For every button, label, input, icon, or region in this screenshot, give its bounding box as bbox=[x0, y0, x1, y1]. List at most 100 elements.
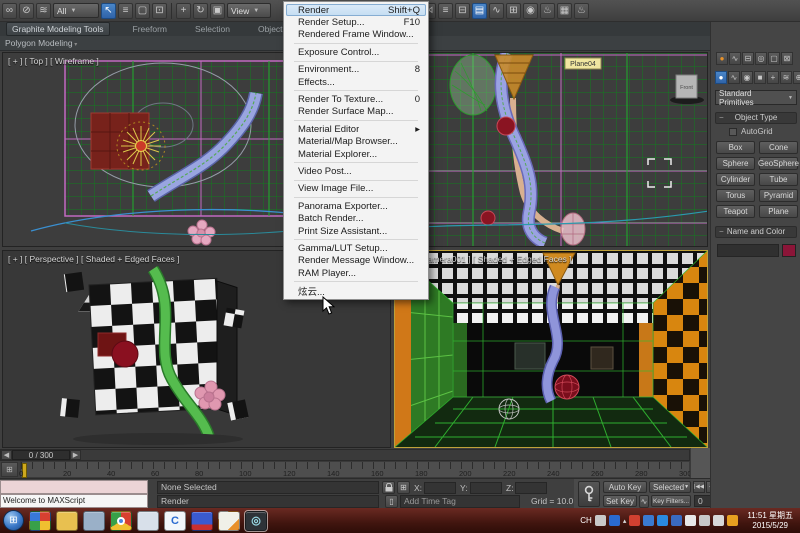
lights-category-icon[interactable]: ◉ bbox=[741, 71, 753, 84]
menu-item-environment[interactable]: Environment...8 bbox=[284, 64, 428, 76]
object-name-field[interactable] bbox=[717, 244, 779, 257]
add-time-tag-field[interactable]: Add Time Tag bbox=[400, 495, 520, 508]
menu-item-render-to-texture[interactable]: Render To Texture...0 bbox=[284, 93, 428, 105]
track-bar[interactable]: 0204060801001201401601802002202402602803… bbox=[20, 461, 690, 478]
taskbar-pinwheel-icon[interactable] bbox=[29, 511, 51, 531]
key-mode-dropdown[interactable]: Selected▼ bbox=[649, 481, 691, 493]
cameras-category-icon[interactable]: ■ bbox=[754, 71, 766, 84]
menu-item-render[interactable]: RenderShift+Q bbox=[286, 4, 426, 16]
track-bar-mode-icon[interactable]: ⊞ bbox=[1, 462, 18, 477]
primitive-button-cone[interactable]: Cone bbox=[759, 141, 798, 154]
selection-filter-dropdown[interactable]: All ▼ bbox=[53, 3, 99, 18]
z-coordinate-field[interactable] bbox=[515, 482, 547, 494]
menu-item-print-size-assistant[interactable]: Print Size Assistant... bbox=[284, 225, 428, 237]
selection-lock-icon[interactable] bbox=[382, 481, 395, 494]
menu-item-material-map-browser[interactable]: Material/Map Browser... bbox=[284, 136, 428, 148]
layer-manager-icon[interactable]: ⊟ bbox=[455, 3, 470, 19]
select-and-rotate-icon[interactable]: ↻ bbox=[193, 3, 208, 19]
render-production-icon[interactable]: ♨ bbox=[574, 3, 589, 19]
primitive-button-sphere[interactable]: Sphere bbox=[716, 157, 755, 170]
select-and-link-icon[interactable]: ∞ bbox=[2, 3, 17, 19]
menu-item-material-editor[interactable]: Material Editor▸ bbox=[284, 123, 428, 135]
create-tab-icon[interactable]: ● bbox=[716, 52, 728, 65]
macro-recorder-field[interactable] bbox=[0, 480, 148, 494]
time-slider-handle[interactable]: 0 / 300 bbox=[12, 450, 70, 460]
keyboard-tray-icon[interactable] bbox=[595, 515, 606, 526]
primitive-button-cylinder[interactable]: Cylinder bbox=[716, 173, 755, 186]
select-and-move-icon[interactable]: + bbox=[176, 3, 191, 19]
menu-item-panorama-exporter[interactable]: Panorama Exporter... bbox=[284, 200, 428, 212]
taskbar-computer-icon[interactable] bbox=[83, 511, 105, 531]
menu-item-video-post[interactable]: Video Post... bbox=[284, 165, 428, 177]
select-object-icon[interactable]: ↖ bbox=[101, 3, 116, 19]
absolute-offset-toggle-icon[interactable]: ⊞ bbox=[397, 481, 410, 494]
tab-freeform[interactable]: Freeform bbox=[128, 23, 172, 35]
align-icon[interactable]: ≡ bbox=[438, 3, 453, 19]
primitive-button-pyramid[interactable]: Pyramid bbox=[759, 189, 798, 202]
set-key-button[interactable]: Set Key bbox=[603, 495, 637, 507]
time-tag-icon[interactable]: ▯ bbox=[385, 495, 398, 508]
window-tray-icon[interactable] bbox=[699, 515, 710, 526]
schematic-view-icon[interactable]: ⊞ bbox=[506, 3, 521, 19]
tab-selection[interactable]: Selection bbox=[190, 23, 235, 35]
rendered-frame-window-icon[interactable]: ▦ bbox=[557, 3, 572, 19]
bird-tray-icon[interactable] bbox=[727, 515, 738, 526]
menu-item-batch-render[interactable]: Batch Render... bbox=[284, 212, 428, 224]
primitive-button-geosphere[interactable]: GeoSphere bbox=[759, 157, 798, 170]
tray-language-indicator[interactable]: CH bbox=[580, 516, 592, 525]
taskbar-chrome-icon[interactable] bbox=[110, 511, 132, 531]
go-to-start-icon[interactable]: |◀◀ bbox=[693, 481, 705, 493]
auto-key-button[interactable]: Auto Key bbox=[603, 481, 647, 493]
primitive-button-torus[interactable]: Torus bbox=[716, 189, 755, 202]
menu-item-render-surface-map[interactable]: Render Surface Map... bbox=[284, 106, 428, 118]
taskbar-clock[interactable]: 11:51 星期五 2015/5/29 bbox=[741, 511, 797, 531]
window-crossing-icon[interactable]: ⊡ bbox=[152, 3, 167, 19]
object-color-swatch[interactable] bbox=[782, 244, 796, 257]
menu-item-view-image-file[interactable]: View Image File... bbox=[284, 183, 428, 195]
previous-frame-arrow[interactable]: ◀ bbox=[1, 450, 12, 460]
taskbar-floppy-icon[interactable] bbox=[191, 511, 213, 531]
name-color-rollout[interactable]: − Name and Color bbox=[715, 226, 797, 238]
browser-tray-icon[interactable] bbox=[671, 515, 682, 526]
flag-tray-icon[interactable] bbox=[685, 515, 696, 526]
taskbar-window-app-icon[interactable] bbox=[137, 511, 159, 531]
shapes-category-icon[interactable]: ∿ bbox=[728, 71, 740, 84]
bind-to-space-warp-icon[interactable]: ≋ bbox=[36, 3, 51, 19]
next-frame-arrow[interactable]: ▶ bbox=[70, 450, 81, 460]
viewport-top-label[interactable]: [ + ] [ Top ] [ Wireframe ] bbox=[8, 56, 99, 66]
select-and-scale-icon[interactable]: ▣ bbox=[210, 3, 225, 19]
menu-item-render-setup[interactable]: Render Setup...F10 bbox=[284, 16, 428, 28]
menu-item-exposure-control[interactable]: Exposure Control... bbox=[284, 46, 428, 58]
select-by-name-icon[interactable]: ≡ bbox=[118, 3, 133, 19]
helpers-category-icon[interactable]: + bbox=[767, 71, 779, 84]
menu-item-rendered-frame-window[interactable]: Rendered Frame Window... bbox=[284, 29, 428, 41]
graphite-ribbon-toggle-icon[interactable]: ▤ bbox=[472, 3, 487, 19]
qq-tray-icon[interactable] bbox=[657, 515, 668, 526]
taskbar-explorer-icon[interactable] bbox=[56, 511, 78, 531]
hierarchy-tab-icon[interactable]: ⊟ bbox=[742, 52, 754, 65]
material-editor-icon[interactable]: ◉ bbox=[523, 3, 538, 19]
modify-tab-icon[interactable]: ∿ bbox=[729, 52, 741, 65]
key-filters-button[interactable]: Key Filters... bbox=[651, 495, 691, 507]
autogrid-checkbox[interactable] bbox=[729, 128, 737, 136]
taskbar-3dsmax-icon[interactable]: ◎ bbox=[245, 511, 267, 531]
taskbar-notes-icon[interactable] bbox=[218, 511, 240, 531]
menu-item-effects[interactable]: Effects... bbox=[284, 76, 428, 88]
viewport-perspective-label[interactable]: [ + ] [ Perspective ] [ Shaded + Edged F… bbox=[8, 254, 180, 264]
set-keys-button[interactable] bbox=[578, 481, 600, 507]
menu-item-gamma-lut-setup[interactable]: Gamma/LUT Setup... bbox=[284, 242, 428, 254]
object-type-rollout[interactable]: − Object Type bbox=[715, 112, 797, 124]
security-tray-icon[interactable] bbox=[629, 515, 640, 526]
render-setup-icon[interactable]: ♨ bbox=[540, 3, 555, 19]
x-coordinate-field[interactable] bbox=[424, 482, 456, 494]
primitive-button-box[interactable]: Box bbox=[716, 141, 755, 154]
taskbar-c-app-icon[interactable]: C bbox=[164, 511, 186, 531]
menu-item-render-message-window[interactable]: Render Message Window... bbox=[284, 255, 428, 267]
polygon-modeling-panel[interactable]: Polygon Modeling bbox=[0, 38, 77, 48]
start-button[interactable]: ⊞ bbox=[3, 510, 24, 531]
volume-tray-icon[interactable] bbox=[713, 515, 724, 526]
menu-item-ram-player[interactable]: RAM Player... bbox=[284, 267, 428, 279]
primitives-dropdown[interactable]: Standard Primitives ▼ bbox=[715, 90, 797, 105]
utilities-tab-icon[interactable]: ⊠ bbox=[781, 52, 793, 65]
help-tray-icon[interactable] bbox=[609, 515, 620, 526]
